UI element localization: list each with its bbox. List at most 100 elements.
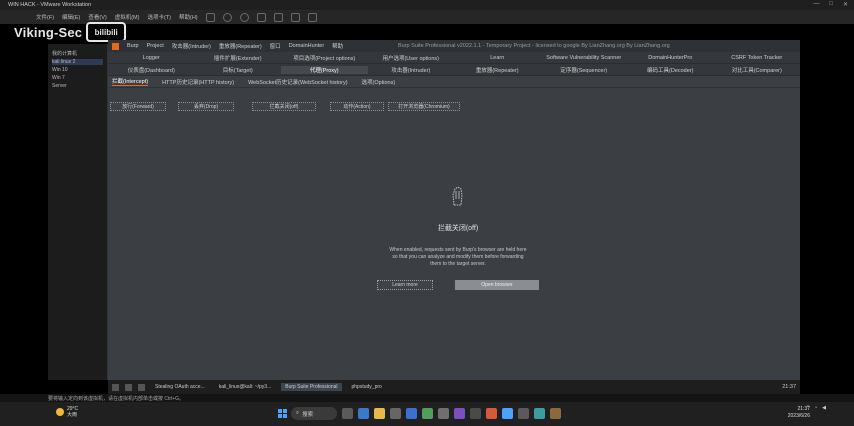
stretch-icon[interactable] [307, 12, 317, 22]
menu-edit[interactable]: 编辑(E) [62, 13, 80, 21]
store-icon[interactable] [390, 408, 401, 419]
tab-comparer[interactable]: 对比工具(Comparer) [714, 66, 801, 74]
wechat-icon[interactable] [422, 408, 433, 419]
menu-help[interactable]: 帮助(H) [179, 13, 198, 21]
burp-menu-window[interactable]: 窗口 [270, 42, 281, 50]
console-icon[interactable] [290, 12, 300, 22]
tab-user-options[interactable]: 用户选项(User options) [368, 54, 455, 62]
fullscreen-icon[interactable] [256, 12, 266, 22]
tab-logger[interactable]: Logger [108, 55, 195, 61]
open-browser-top-button[interactable]: 打开浏览器(Chromium) [388, 101, 460, 111]
app-icon[interactable] [518, 408, 529, 419]
tab-project-options[interactable]: 项目选项(Project options) [281, 54, 368, 62]
pause-icon[interactable] [205, 12, 215, 22]
tab-target[interactable]: 目标(Target) [195, 66, 282, 74]
app-menu-icon[interactable] [112, 383, 119, 391]
revert-icon[interactable] [239, 12, 249, 22]
forward-button[interactable]: 放行(Forward) [110, 101, 166, 111]
library-item[interactable]: Win 10 [52, 67, 103, 73]
burp-tabs-row2: 仪表盘(Dashboard) 目标(Target) 代理(Proxy) 攻击器(… [108, 64, 800, 76]
burp-logo-icon [112, 42, 119, 50]
explorer-icon[interactable] [374, 408, 385, 419]
watermark-text: Viking-Sec [14, 24, 83, 40]
center-buttons: Learn more Open browser [338, 280, 578, 290]
tab-proxy[interactable]: 代理(Proxy) [281, 65, 368, 74]
clock-time: 21:37 [797, 406, 810, 412]
tab-csrf-token-tracker[interactable]: CSRF Token Tracker [714, 55, 801, 61]
burp-menu-help[interactable]: 帮助 [332, 42, 343, 50]
edge-icon[interactable] [358, 408, 369, 419]
clock-date: 2023/6/26 [787, 413, 810, 419]
snapshot-icon[interactable] [222, 12, 232, 22]
vmware-title: WIN HACK - VMware Workstation [8, 2, 92, 8]
intercept-toggle-button[interactable]: 拦截关闭(off) [252, 101, 316, 111]
taskbar-clock[interactable]: 21:37 2023/6/26 [788, 406, 810, 420]
menu-file[interactable]: 文件(F) [36, 13, 54, 21]
windows-start-icon[interactable] [278, 409, 287, 418]
window-controls: — □ ✕ [813, 1, 848, 8]
word-icon[interactable] [406, 408, 417, 419]
app-icon[interactable] [438, 408, 449, 419]
app-icon[interactable] [502, 408, 513, 419]
subtab-intercept[interactable]: 拦截(Intercept) [112, 77, 149, 86]
minimize-icon[interactable]: — [813, 1, 819, 8]
vm-library: 我的计算机 kali linux 2 Win 10 Win 7 Server [48, 44, 108, 380]
vmware-icon[interactable] [470, 408, 481, 419]
files-icon[interactable] [125, 383, 132, 391]
tab-learn[interactable]: Learn [454, 55, 541, 61]
subtab-http-history[interactable]: HTTP历史记录(HTTP history) [162, 78, 234, 86]
menu-view[interactable]: 查看(V) [88, 13, 106, 21]
maximize-icon[interactable]: □ [829, 1, 833, 8]
burp-menu-domainhunter[interactable]: DomainHunter [289, 43, 324, 49]
drop-button[interactable]: 丢弃(Drop) [178, 101, 234, 111]
weather-widget[interactable]: 29°C 大雨 [56, 406, 78, 418]
vscode-icon[interactable] [454, 408, 465, 419]
app-icon[interactable] [534, 408, 545, 419]
tab-domainhunterpro[interactable]: DomainHunterPro [627, 55, 714, 61]
library-item[interactable]: Win 7 [52, 75, 103, 81]
vmware-titlebar: WIN HACK - VMware Workstation — □ ✕ [0, 0, 854, 10]
terminal-icon[interactable] [138, 383, 145, 391]
vm-taskbar: Stealing OAuth acce... kali_linux@kali: … [108, 380, 800, 394]
tab-repeater[interactable]: 重放器(Repeater) [454, 66, 541, 74]
hand-icon [452, 186, 463, 206]
tab-vuln-scanner[interactable]: Software Vulnerability Scanner [541, 55, 628, 61]
burp-menu-burp[interactable]: Burp [127, 43, 139, 49]
task-item[interactable]: kali_linux@kali: ~/py3... [215, 383, 275, 391]
library-item[interactable]: 我的计算机 [52, 50, 103, 57]
app-icon[interactable] [550, 408, 561, 419]
task-view-icon[interactable] [342, 408, 353, 419]
library-item[interactable]: Server [52, 83, 103, 89]
open-browser-button[interactable]: Open browser [455, 280, 539, 290]
burp-menubar: Burp Project 攻击器(Intruder) 重放器(Repeater)… [108, 40, 800, 52]
task-item[interactable]: phpstudy_pro [348, 383, 386, 391]
unity-icon[interactable] [273, 12, 283, 22]
burp-menu-repeater[interactable]: 重放器(Repeater) [219, 42, 262, 50]
volume-icon[interactable]: ◀ [822, 405, 826, 411]
close-icon[interactable]: ✕ [843, 1, 848, 8]
search-label: 搜索 [302, 411, 314, 418]
menu-vm[interactable]: 虚拟机(M) [115, 13, 140, 21]
search-icon: ⌕ [296, 410, 300, 416]
tab-intruder[interactable]: 攻击器(Intruder) [368, 66, 455, 74]
burp-menu-intruder[interactable]: 攻击器(Intruder) [172, 42, 211, 50]
tab-decoder[interactable]: 编码工具(Decoder) [627, 66, 714, 74]
menu-tabs[interactable]: 选项卡(T) [147, 13, 171, 21]
learn-more-button[interactable]: Learn more [377, 280, 433, 290]
network-icon[interactable]: ◔ [814, 405, 817, 411]
taskbar-search[interactable]: ⌕ 搜索 [291, 407, 337, 420]
task-item[interactable]: Stealing OAuth acce... [151, 383, 209, 391]
subtab-websocket-history[interactable]: WebSocket历史记录(WebSocket history) [248, 78, 347, 86]
windows-taskbar: 29°C 大雨 ⌕ 搜索 ^ ◔ ◀ 21:37 2023/6/26 [0, 402, 854, 426]
burp-menu-project[interactable]: Project [147, 43, 164, 49]
tab-extender[interactable]: 插件扩展(Extender) [195, 54, 282, 62]
intercept-actionbar: 放行(Forward) 丢弃(Drop) 拦截关闭(off) 动作(Action… [108, 100, 800, 112]
action-button[interactable]: 动作(Action) [330, 101, 384, 111]
library-item[interactable]: kali linux 2 [52, 59, 103, 65]
tab-dashboard[interactable]: 仪表盘(Dashboard) [108, 66, 195, 74]
task-item[interactable]: Burp Suite Professional [281, 383, 342, 391]
app-icon[interactable] [486, 408, 497, 419]
subtab-options[interactable]: 选项(Options) [362, 78, 396, 86]
bilibili-logo: bilibili [86, 22, 127, 42]
tab-sequencer[interactable]: 定序器(Sequencer) [541, 66, 628, 74]
